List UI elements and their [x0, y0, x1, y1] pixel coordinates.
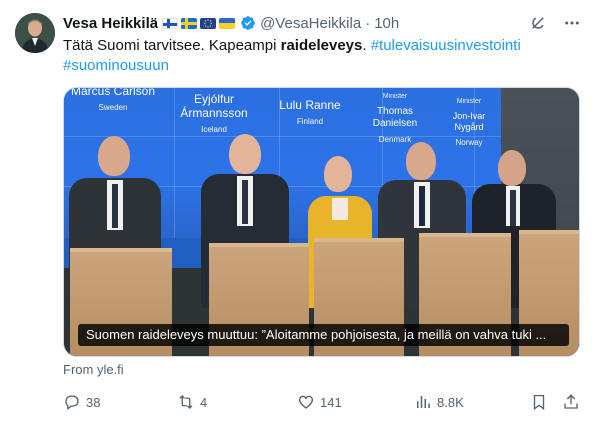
reply-button[interactable]: 38	[63, 390, 100, 414]
reply-count: 38	[86, 394, 101, 410]
like-button[interactable]: 141	[297, 390, 342, 414]
nametag-role: Minister	[456, 98, 482, 105]
link-card-media[interactable]: Marcus Carlson Sweden Eyjólfur Ármannsso…	[63, 87, 580, 357]
like-count: 141	[320, 394, 342, 410]
nametag-name: Eyjólfur Ármannsson	[180, 92, 248, 120]
more-options-icon[interactable]	[562, 13, 582, 33]
nametag-norway: Minister Jon-Ivar Nygård Norway	[439, 96, 499, 149]
link-card-title[interactable]: Suomen raideleveys muuttuu: ”Aloitamme p…	[78, 324, 569, 346]
tweet-actions: 38 4 141 8.8K	[60, 390, 585, 414]
link-source[interactable]: From yle.fi	[63, 362, 124, 377]
bookmark-icon	[533, 394, 545, 411]
avatar[interactable]	[15, 13, 55, 53]
avatar-image	[15, 13, 55, 53]
nametag-name: Thomas Danielsen	[372, 106, 418, 129]
finland-flag-icon	[162, 17, 179, 29]
separator: ·	[365, 14, 371, 32]
share-button[interactable]	[562, 390, 585, 414]
tweet-text-part: .	[362, 37, 371, 54]
nametag-name: Jon-Ivar Nygård	[452, 111, 486, 132]
sweden-flag-icon	[181, 17, 198, 29]
tweet-text: Tätä Suomi tarvitsee. Kapeampi raideleve…	[63, 36, 583, 76]
repost-button[interactable]: 4	[177, 390, 207, 414]
heart-icon	[298, 395, 314, 409]
verified-badge-icon	[240, 15, 256, 31]
nametag-denmark: Minister Thomas Danielsen Denmark	[364, 91, 426, 146]
tweet-text-bold: raideleveys	[280, 37, 363, 54]
author-name[interactable]: Vesa Heikkilä	[63, 15, 158, 32]
views-button[interactable]: 8.8K	[414, 390, 464, 414]
grok-icon[interactable]	[528, 13, 548, 33]
nametag-name: Marcus Carlson	[70, 87, 156, 98]
tweet-header: Vesa Heikkilä @VesaHeikkila · 10h	[63, 12, 580, 34]
tweet-text-part: Tätä Suomi tarvitsee. Kapeampi	[63, 37, 281, 54]
nametag-role: Minister	[382, 93, 408, 100]
hashtag-link[interactable]: #suominousuun	[63, 57, 169, 74]
share-icon	[564, 394, 578, 409]
nametag-name: Lulu Ranne	[279, 98, 341, 112]
ukraine-flag-icon	[219, 17, 236, 29]
nametag-finland: Lulu Ranne Finland	[279, 98, 341, 128]
repost-icon	[179, 395, 193, 409]
nametag-country: Norway	[455, 138, 483, 147]
author-handle[interactable]: @VesaHeikkila	[260, 15, 361, 32]
timestamp[interactable]: 10h	[374, 15, 399, 32]
view-count: 8.8K	[437, 394, 464, 410]
nametag-iceland: Eyjólfur Ármannsson Iceland	[169, 92, 259, 136]
views-chart-icon	[417, 396, 430, 408]
reply-icon	[65, 395, 79, 411]
repost-count: 4	[200, 394, 208, 410]
nametag-country: Finland	[296, 117, 324, 126]
eu-flag-icon	[200, 17, 217, 29]
bookmark-button[interactable]	[530, 390, 553, 414]
nametag-sweden: Marcus Carlson Sweden	[68, 87, 158, 114]
nametag-country: Sweden	[98, 103, 128, 112]
header-actions	[528, 13, 582, 33]
hashtag-link[interactable]: #tulevaisuusinvestointi	[371, 37, 521, 54]
